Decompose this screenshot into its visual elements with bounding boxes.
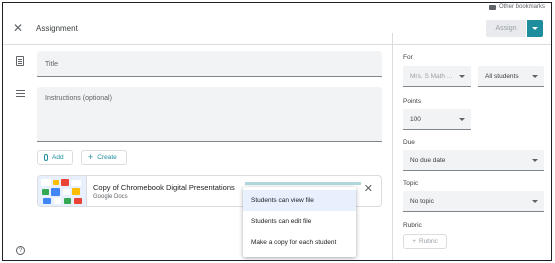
chevron-down-icon — [532, 200, 538, 203]
chevron-down-icon — [532, 159, 538, 162]
page-title: Assignment — [36, 24, 78, 33]
chevron-down-icon — [532, 27, 538, 30]
rubric-label: Rubric — [403, 222, 422, 229]
points-select[interactable]: 100 — [403, 109, 471, 130]
create-label: Create — [97, 154, 117, 161]
create-button[interactable]: + Create — [81, 150, 127, 165]
topic-value: No topic — [410, 197, 434, 205]
topic-select[interactable]: No topic — [403, 191, 544, 212]
attachment-thumbnail — [38, 176, 87, 206]
due-label: Due — [403, 139, 415, 146]
help-icon[interactable]: ? — [16, 246, 25, 255]
plus-icon: + — [412, 238, 416, 245]
students-value: All students — [485, 72, 519, 80]
assign-options-button[interactable] — [527, 20, 543, 37]
class-select[interactable]: Mrs. S Math ... — [403, 66, 471, 87]
due-select[interactable]: No due date — [403, 150, 544, 171]
for-label: For — [403, 54, 413, 61]
instructions-placeholder: Instructions (optional) — [45, 95, 112, 102]
menu-item-label: Students can view file — [251, 197, 314, 204]
remove-attachment-icon[interactable]: ✕ — [364, 184, 373, 195]
chevron-down-icon — [459, 75, 465, 78]
share-options-menu: Students can view file Students can edit… — [243, 187, 356, 257]
plus-icon: + — [88, 152, 94, 162]
chevron-down-icon — [532, 75, 538, 78]
assign-button[interactable]: Assign — [486, 20, 526, 37]
other-bookmarks-label: Other bookmarks — [498, 4, 545, 10]
paperclip-icon — [44, 154, 48, 161]
title-input[interactable]: Title — [37, 51, 382, 77]
instructions-icon — [16, 90, 25, 97]
share-option-selector[interactable] — [245, 182, 361, 185]
folder-icon — [488, 4, 496, 10]
other-bookmarks[interactable]: Other bookmarks — [488, 4, 545, 10]
attachment-type: Google Docs — [93, 194, 128, 200]
students-select[interactable]: All students — [478, 66, 544, 87]
menu-item-label: Make a copy for each student — [251, 239, 337, 246]
due-value: No due date — [410, 156, 446, 164]
title-placeholder: Title — [45, 61, 58, 68]
topic-label: Topic — [403, 180, 419, 187]
points-value: 100 — [410, 115, 421, 123]
attachment-title[interactable]: Copy of Chromebook Digital Presentations — [93, 183, 235, 192]
panel-divider — [392, 33, 393, 260]
add-label: Add — [52, 154, 64, 161]
close-icon[interactable]: ✕ — [13, 22, 23, 34]
menu-item-label: Students can edit file — [251, 218, 312, 225]
menu-item-view[interactable]: Students can view file — [243, 190, 356, 211]
add-button[interactable]: Add — [37, 150, 73, 165]
points-label: Points — [403, 98, 422, 105]
add-rubric-button[interactable]: + Rubric — [403, 234, 447, 249]
assignment-window: Other bookmarks ✕ Assignment Assign ? Ti… — [2, 2, 552, 261]
assignment-icon — [16, 56, 24, 66]
chevron-down-icon — [459, 118, 465, 121]
bookmarks-bar: Other bookmarks — [3, 3, 551, 13]
menu-item-edit[interactable]: Students can edit file — [243, 211, 356, 232]
rubric-button-label: Rubric — [419, 238, 438, 245]
menu-item-copy[interactable]: Make a copy for each student — [243, 232, 356, 253]
instructions-input[interactable]: Instructions (optional) — [37, 87, 382, 142]
assignment-header: ✕ Assignment Assign — [3, 15, 551, 45]
class-value: Mrs. S Math ... — [410, 72, 453, 80]
